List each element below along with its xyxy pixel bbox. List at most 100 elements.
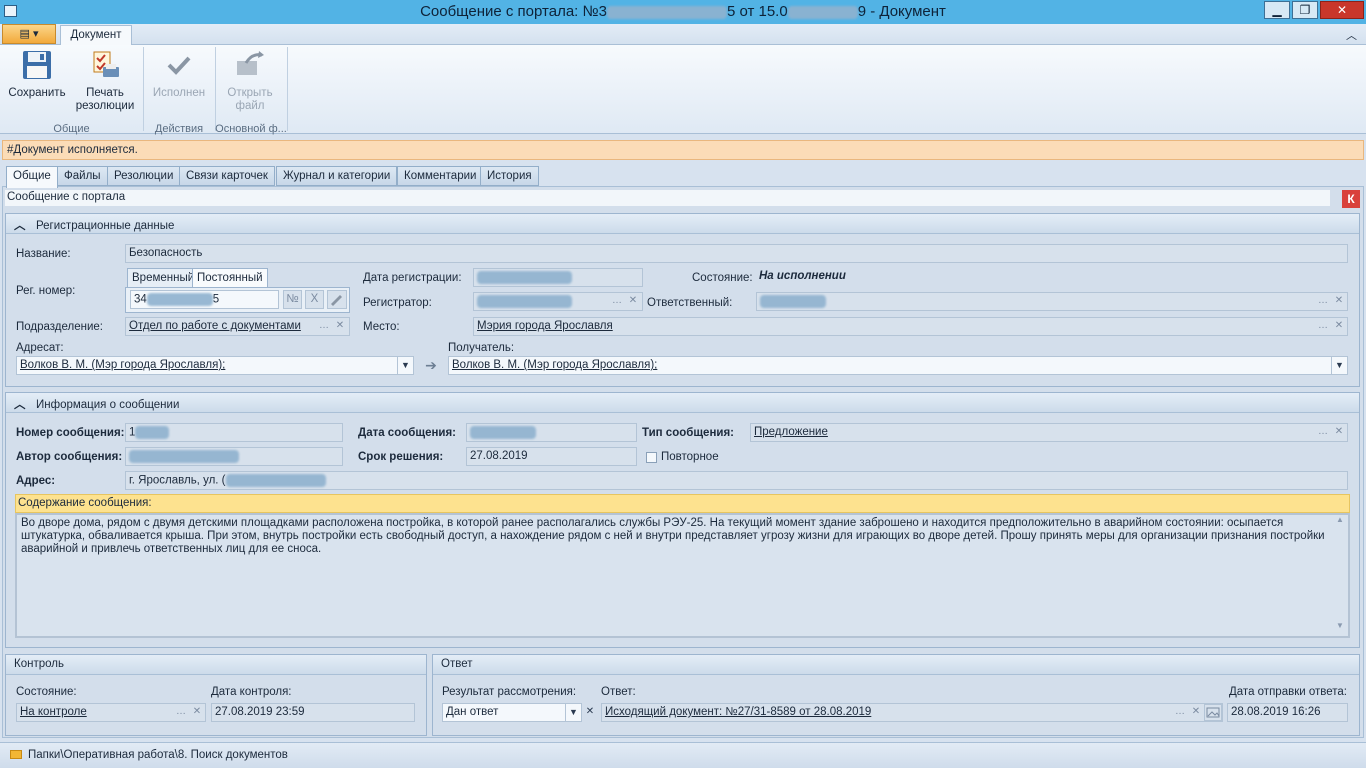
subtab-temporary[interactable]: Временный bbox=[127, 268, 200, 288]
collapse-icon[interactable]: ︿ bbox=[14, 396, 26, 412]
breadcrumb-path[interactable]: Папки\Оперативная работа\8. Поиск докуме… bbox=[28, 749, 288, 761]
open-file-button[interactable]: Открыть файл bbox=[218, 49, 282, 113]
tab-comments[interactable]: Комментарии bbox=[397, 166, 484, 186]
message-info-header[interactable]: ︿ Информация о сообщении bbox=[6, 393, 1359, 413]
floppy-disk-icon bbox=[23, 51, 51, 79]
recipient-label: Получатель: bbox=[448, 342, 515, 354]
scroll-down-icon[interactable]: ▼ bbox=[1332, 621, 1348, 630]
answer-clear-icon[interactable]: ✕ bbox=[1188, 704, 1204, 721]
type-clear-icon[interactable]: ✕ bbox=[1331, 424, 1347, 441]
ribbon-collapse-icon[interactable]: ︿ bbox=[1346, 27, 1357, 43]
content-textarea[interactable]: Во дворе дома, рядом с двумя детскими пл… bbox=[15, 513, 1350, 638]
name-field[interactable]: Безопасность bbox=[125, 244, 1348, 263]
control-state-clear-icon[interactable]: ✕ bbox=[189, 704, 205, 721]
reg-number-sign-button[interactable] bbox=[327, 290, 347, 309]
title-prefix: Сообщение с портала: №3 bbox=[420, 3, 607, 20]
tab-journal[interactable]: Журнал и категории bbox=[276, 166, 398, 186]
message-date-field[interactable] bbox=[466, 423, 637, 442]
message-type-field[interactable]: Предложение bbox=[750, 423, 1348, 442]
redacted-author bbox=[129, 450, 239, 463]
address-field[interactable]: г. Ярославль, ул. ( bbox=[125, 471, 1348, 490]
reg-number-label: Рег. номер: bbox=[16, 285, 76, 297]
checkmark-icon bbox=[167, 56, 191, 75]
message-date-label: Дата сообщения: bbox=[358, 427, 457, 439]
tab-general[interactable]: Общие bbox=[6, 166, 58, 188]
registrar-label: Регистратор: bbox=[363, 297, 432, 309]
title-suffix: 9 - Документ bbox=[857, 3, 946, 20]
message-number-field[interactable]: 1 bbox=[125, 423, 343, 442]
restore-button[interactable]: ❐ bbox=[1292, 1, 1318, 19]
done-button[interactable]: Исполнен bbox=[148, 49, 210, 100]
tab-files[interactable]: Файлы bbox=[57, 166, 108, 186]
tab-resolutions[interactable]: Резолюции bbox=[107, 166, 181, 186]
reg-number-start: 34 bbox=[134, 293, 147, 306]
ribbon-tab-document[interactable]: Документ bbox=[60, 25, 132, 46]
reg-number-generate-button[interactable]: № bbox=[283, 290, 302, 309]
address-value: г. Ярославль, ул. ( bbox=[129, 474, 226, 487]
tab-history[interactable]: История bbox=[480, 166, 539, 186]
save-button[interactable]: Сохранить bbox=[6, 49, 68, 100]
status-bar: Папки\Оперативная работа\8. Поиск докуме… bbox=[0, 742, 1366, 768]
answer-open-button[interactable] bbox=[1204, 704, 1222, 721]
close-button[interactable]: ✕ bbox=[1320, 1, 1364, 19]
responsible-clear-icon[interactable]: ✕ bbox=[1331, 293, 1347, 310]
folder-icon bbox=[10, 750, 22, 759]
place-clear-icon[interactable]: ✕ bbox=[1331, 318, 1347, 335]
scroll-up-icon[interactable]: ▲ bbox=[1332, 515, 1348, 524]
repeat-label: Повторное bbox=[661, 451, 719, 463]
deadline-label: Срок решения: bbox=[358, 451, 444, 463]
division-clear-icon[interactable]: ✕ bbox=[332, 318, 348, 335]
responsible-field[interactable] bbox=[756, 292, 1348, 311]
answer-title: Ответ bbox=[433, 655, 1359, 675]
redacted-responsible bbox=[760, 295, 826, 308]
redacted-message-date bbox=[470, 426, 536, 439]
result-field[interactable]: Дан ответ bbox=[442, 703, 582, 722]
result-clear-icon[interactable]: ✕ bbox=[582, 704, 598, 721]
division-label: Подразделение: bbox=[16, 321, 103, 333]
reg-date-field[interactable] bbox=[473, 268, 643, 287]
control-title: Контроль bbox=[6, 655, 426, 675]
content-label: Содержание сообщения: bbox=[15, 494, 1350, 513]
message-number-label: Номер сообщения: bbox=[16, 427, 125, 439]
registrar-clear-icon[interactable]: ✕ bbox=[625, 293, 641, 310]
reg-number-clear-button[interactable]: X bbox=[305, 290, 324, 309]
copy-arrow-button[interactable]: ➔ bbox=[420, 357, 442, 375]
k-badge-button[interactable]: К bbox=[1342, 190, 1360, 208]
print-resolution-button[interactable]: Печать резолюции bbox=[74, 49, 136, 113]
sent-date-label: Дата отправки ответа: bbox=[1229, 686, 1347, 698]
answer-ellipsis-icon[interactable]: … bbox=[1172, 704, 1188, 721]
result-label: Результат рассмотрения: bbox=[442, 686, 577, 698]
repeat-checkbox[interactable] bbox=[646, 452, 657, 463]
state-label: Состояние: bbox=[692, 272, 753, 284]
control-state-ellipsis-icon[interactable]: … bbox=[173, 704, 189, 721]
collapse-icon[interactable]: ︿ bbox=[14, 217, 26, 233]
ribbon-separator bbox=[143, 47, 144, 131]
author-field[interactable] bbox=[125, 447, 343, 466]
registrar-ellipsis-icon[interactable]: … bbox=[609, 293, 625, 310]
type-ellipsis-icon[interactable]: … bbox=[1315, 424, 1331, 441]
subtab-permanent[interactable]: Постоянный bbox=[192, 268, 268, 288]
window-title-bar: Сообщение с портала: №3 5 от 15.0 9 - Доку… bbox=[0, 0, 1366, 24]
print-label-2: резолюции bbox=[75, 100, 135, 112]
ribbon-separator bbox=[215, 47, 216, 131]
answer-field[interactable]: Исходящий документ: №27/31-8589 от 28.08… bbox=[601, 703, 1223, 722]
addressee-dropdown-icon[interactable]: ▼ bbox=[397, 356, 413, 375]
state-value: На исполнении bbox=[759, 270, 846, 282]
control-date-field[interactable]: 27.08.2019 23:59 bbox=[211, 703, 415, 722]
app-menu-button[interactable]: ▤ ▾ bbox=[2, 24, 56, 44]
recipient-dropdown-icon[interactable]: ▼ bbox=[1331, 356, 1347, 375]
division-ellipsis-icon[interactable]: … bbox=[316, 318, 332, 335]
place-field[interactable]: Мэрия города Ярославля bbox=[473, 317, 1348, 336]
addressee-field[interactable]: Волков В. М. (Мэр города Ярославля); bbox=[16, 356, 414, 375]
registration-panel-header[interactable]: ︿ Регистрационные данные bbox=[6, 214, 1359, 234]
deadline-field[interactable]: 27.08.2019 bbox=[466, 447, 637, 466]
sent-date-field[interactable]: 28.08.2019 16:26 bbox=[1227, 703, 1348, 722]
minimize-button[interactable]: ▁ bbox=[1264, 1, 1290, 19]
recipient-field[interactable]: Волков В. М. (Мэр города Ярославля); bbox=[448, 356, 1348, 375]
tab-card-links[interactable]: Связи карточек bbox=[179, 166, 275, 186]
place-ellipsis-icon[interactable]: … bbox=[1315, 318, 1331, 335]
content-scrollbar[interactable]: ▲ ▼ bbox=[1332, 515, 1348, 636]
reg-number-field[interactable]: 34 5 bbox=[130, 290, 279, 309]
result-dropdown-icon[interactable]: ▼ bbox=[565, 703, 581, 722]
responsible-ellipsis-icon[interactable]: … bbox=[1315, 293, 1331, 310]
